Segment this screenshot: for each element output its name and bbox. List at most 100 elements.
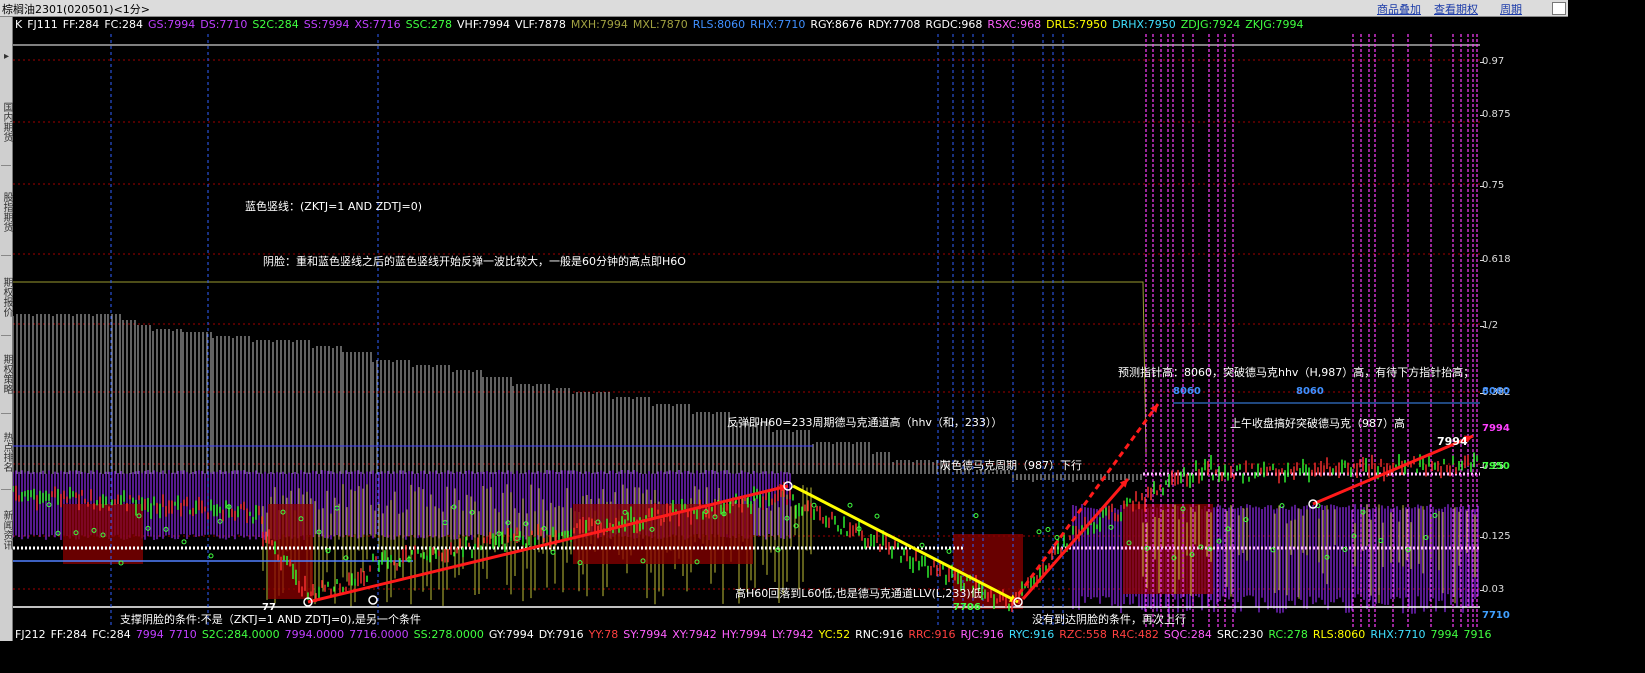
legend-item: 7916 (1463, 628, 1492, 641)
signal-dot (973, 513, 979, 519)
tab-option-strategy[interactable]: 期权策略 (0, 339, 12, 409)
legend-item: 7994 (1430, 628, 1459, 641)
legend-item: YY:78 (588, 628, 619, 641)
legend-item: SRC:230 (1216, 628, 1264, 641)
legend-item: K (15, 18, 23, 31)
y-tick: 1/2 (1479, 320, 1499, 331)
legend-item: XS:7716 (354, 18, 401, 31)
price-label-high: 7994 (1437, 435, 1468, 448)
y-tick: 0.618 (1480, 254, 1511, 265)
annotation-high-fall: 高H60回落到L60低,也是德马克通道LLV(L,233)低 (735, 587, 982, 600)
legend-item: RLS:8060 (1312, 628, 1366, 641)
legend-item: SY:7994 (623, 628, 668, 641)
price-label-rhx-axis: 7710 (1482, 610, 1510, 621)
legend-item: MXL:7870 (632, 18, 688, 31)
legend-item: FJ212 (15, 628, 46, 641)
signal-dot (1045, 526, 1051, 532)
price-chart[interactable] (13, 34, 1480, 628)
indicator-legend-bottom: FJ212 FF:284 FC:284 7994 7710 S2C:284.0000 799… (15, 628, 1555, 641)
tab-index-futures[interactable]: 股指期货 (0, 177, 12, 247)
left-tab-bar: ▸ 国内期货 股指期货 期权报价 期权策略 热点排名 新闻资讯 (0, 17, 13, 641)
legend-item: XY:7942 (672, 628, 717, 641)
legend-item: FF:284 (62, 18, 100, 31)
legend-item: MXH:7994 (570, 18, 628, 31)
annotation-morning: 上午收盘搞好突破德马克（987）高 (1230, 417, 1405, 430)
legend-item: FJ111 (27, 18, 58, 31)
legend-item: YC:52 (818, 628, 851, 641)
legend-item: RGDC:968 (925, 18, 983, 31)
annotation-rebound: 反弹即H60=233周期德马克通道高（hhv（和，233）） (727, 416, 1003, 429)
legend-item: FC:284 (92, 628, 131, 641)
menu-commodity-overlay[interactable]: 商品叠加 (1377, 1, 1421, 17)
legend-item: LY:7942 (771, 628, 814, 641)
legend-item: FF:284 (50, 628, 88, 641)
pivot-marker (368, 595, 378, 605)
y-tick: 0.75 (1479, 180, 1505, 191)
legend-item: RSXC:968 (987, 18, 1042, 31)
legend-item: RYC:916 (1008, 628, 1055, 641)
price-label-low-mid: 7706 (953, 602, 981, 613)
legend-item: RDY:7708 (867, 18, 921, 31)
legend-item: GS:7994 (148, 18, 196, 31)
signal-dot (946, 548, 952, 554)
legend-item: VHF:7994 (457, 18, 511, 31)
annotation-gray-cycle: 灰色德马克周期（987）下行 (940, 459, 1082, 472)
legend-item: RLS:8060 (692, 18, 746, 31)
legend-item: RNC:916 (855, 628, 904, 641)
signal-dot (208, 553, 214, 559)
y-axis: 0.97 0.875 0.75 0.618 1/2 0.382 0.25 0.1… (1479, 34, 1568, 628)
tab-domestic-futures[interactable]: 国内期货 (0, 87, 12, 157)
annotation-predict: 预测指针高：8060，突破德马克hhv（H,987）高，有待下方指针抬高； (1118, 366, 1475, 379)
legend-item: HY:7994 (721, 628, 767, 641)
window-control-box[interactable] (1552, 2, 1566, 15)
signal-dot (181, 539, 187, 545)
legend-item: RHX:7710 (1370, 628, 1426, 641)
legend-item: 7716.0000 (349, 628, 409, 641)
y-tick: 0.875 (1480, 109, 1511, 120)
legend-item: FC:284 (104, 18, 144, 31)
y-tick: 0.125 (1480, 531, 1511, 542)
legend-item: RJC:916 (960, 628, 1004, 641)
signal-dot (550, 549, 556, 555)
signal-dot (874, 513, 880, 519)
tab-option-quotes[interactable]: 期权报价 (0, 262, 12, 332)
legend-item: DRLS:7950 (1046, 18, 1108, 31)
price-label-rls-axis: 8060 (1482, 386, 1510, 397)
signal-dot (1279, 503, 1285, 509)
legend-item: SS:7994 (303, 18, 350, 31)
price-label-7950-axis: 7950 (1482, 461, 1510, 472)
left-arrow-icon[interactable]: ▸ (0, 51, 12, 62)
annotation-support: 支撑阴脸的条件:不是（ZKTJ=1 AND ZDTJ=0),是另一个条件 (120, 613, 421, 626)
signal-dot (1036, 529, 1042, 535)
legend-item: ZDJG:7924 (1180, 18, 1241, 31)
signal-dot (811, 502, 817, 508)
legend-item: R4C:482 (1111, 628, 1159, 641)
legend-item: DRHX:7950 (1112, 18, 1176, 31)
annotation-blue-line: 蓝色竖线：(ZKTJ=1 AND ZDTJ=0) (245, 200, 423, 213)
indicator-legend-top: K FJ111 FF:284 FC:284 GS:7994 DS:7710 S2C:284 S… (15, 18, 1308, 34)
legend-item: 7994.0000 (284, 628, 345, 641)
price-label-rls-right: 8060 (1296, 386, 1324, 397)
legend-item: 7994 (135, 628, 164, 641)
legend-item: S2C:284 (252, 18, 299, 31)
price-label-low-left: 77 (262, 602, 276, 613)
legend-item: 7710 (168, 628, 197, 641)
legend-item: RRC:916 (908, 628, 956, 641)
annotation-no-reach: 没有到达阴脸的条件，再次上行 (1032, 613, 1186, 626)
legend-item: RC:278 (1268, 628, 1308, 641)
annotation-yin-face: 阴脸：重和蓝色竖线之后的蓝色竖线开始反弹一波比较大，一般是60分钟的高点即H6O (263, 255, 686, 268)
window-title: 棕榈油2301(020501)<1分> (2, 3, 151, 16)
legend-item: RZC:558 (1059, 628, 1107, 641)
legend-item: ZKJG:7994 (1245, 18, 1304, 31)
menu-view-options[interactable]: 查看期权 (1434, 1, 1478, 17)
menu-period[interactable]: 周期 (1500, 1, 1522, 17)
legend-item: VLF:7878 (515, 18, 566, 31)
tab-hot-ranking[interactable]: 热点排名 (0, 417, 12, 487)
tab-news[interactable]: 新闻资讯 (0, 495, 12, 565)
legend-item: DS:7710 (200, 18, 248, 31)
legend-item: S2C:284.0000 (201, 628, 280, 641)
legend-item: GY:7994 (488, 628, 534, 641)
legend-item: SSC:278 (405, 18, 453, 31)
signal-dot (1054, 535, 1060, 541)
y-tick: 0.03 (1479, 584, 1505, 595)
